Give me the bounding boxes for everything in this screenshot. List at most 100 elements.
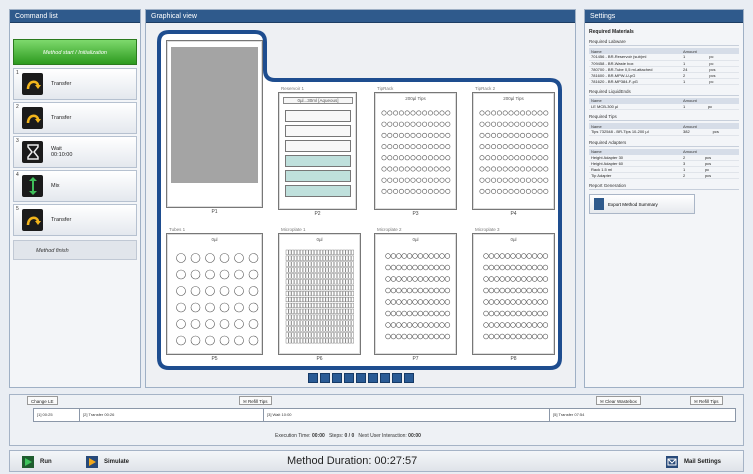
minimize-icon[interactable]: [392, 373, 402, 383]
well: [288, 338, 292, 344]
timeline-track[interactable]: [1] 00:25 [2] Transfer 00:26 [3] Wait 10…: [33, 408, 736, 422]
well: [416, 121, 422, 127]
command-item[interactable]: 5 Transfer: [13, 204, 137, 236]
transfer-icon: [22, 107, 43, 129]
well: [510, 276, 516, 282]
rotate-icon[interactable]: [356, 373, 366, 383]
well: [248, 286, 259, 296]
deck-slot-p6[interactable]: Microplate 1 0µl P6: [278, 227, 361, 362]
zoom-in-icon[interactable]: [332, 373, 342, 383]
well: [514, 166, 520, 172]
zoom-fit-icon[interactable]: [308, 373, 318, 383]
deck-slot-p7[interactable]: Microplate 2 0µl P7: [374, 227, 457, 362]
well: [531, 333, 538, 340]
method-finish-item[interactable]: Method finish: [13, 240, 137, 260]
well: [176, 319, 186, 329]
well: [543, 144, 549, 150]
well: [494, 299, 500, 305]
well: [488, 287, 495, 294]
deck-slot-p8[interactable]: Microplate 3 0µl P8: [472, 227, 555, 362]
well: [502, 188, 508, 194]
well: [515, 299, 522, 305]
well: [348, 314, 352, 320]
well: [305, 285, 309, 291]
method-start-item[interactable]: Method start / Initialization: [13, 39, 137, 65]
grid-view-icon[interactable]: [380, 373, 390, 383]
well: [302, 326, 306, 332]
well: [320, 291, 323, 297]
well: [339, 320, 343, 326]
deck-slot-p2[interactable]: Reservoir 1 0µl...30ml [Aqueous] P2: [278, 86, 357, 217]
well: [491, 110, 497, 116]
zoom-area-icon[interactable]: [320, 373, 330, 383]
well: [190, 286, 201, 296]
well: [288, 308, 292, 314]
well: [508, 121, 514, 127]
timeline-segment[interactable]: [2] Transfer 00:26: [80, 409, 264, 421]
well: [531, 322, 538, 328]
command-item[interactable]: 3 Wait 00:10:00: [13, 136, 137, 168]
command-item[interactable]: 1 Transfer: [13, 68, 137, 100]
export-method-summary-button[interactable]: Export Method Summary: [589, 194, 695, 214]
run-button[interactable]: Run: [22, 453, 52, 470]
timeline-segment[interactable]: [1] 00:25: [34, 409, 80, 421]
change-le-button[interactable]: Change LE: [27, 396, 58, 405]
well: [537, 144, 543, 150]
well: [351, 332, 354, 338]
well: [322, 279, 326, 285]
timeline-segment[interactable]: [5] Transfer 07:54: [550, 409, 736, 421]
well: [294, 320, 297, 326]
command-item[interactable]: 4 Mix: [13, 170, 137, 202]
well: [325, 285, 329, 291]
well: [515, 264, 522, 271]
well: [294, 308, 297, 314]
deck-slot-p5[interactable]: Tubes 1 0µl P5: [166, 227, 263, 362]
well: [537, 253, 543, 259]
deck-slot-p4[interactable]: TipRack 2 200µl Tips P4: [472, 86, 555, 217]
well: [412, 276, 418, 282]
well: [348, 273, 352, 279]
well: [398, 177, 404, 183]
well: [514, 144, 520, 150]
command-label: Wait 00:10:00: [51, 146, 72, 158]
well: [348, 302, 352, 308]
deck-slot-p3[interactable]: TipRack 200µl Tips P3: [374, 86, 457, 217]
well: [515, 276, 522, 282]
well: [445, 166, 451, 172]
well: [294, 302, 297, 308]
clear-wastebox-button[interactable]: ✉ Clear Wastebox: [596, 396, 641, 405]
well: [291, 291, 295, 297]
well: [385, 276, 391, 282]
layout-icon[interactable]: [368, 373, 378, 383]
well: [521, 276, 527, 282]
well: [320, 279, 323, 285]
well: [502, 144, 508, 150]
well: [288, 314, 292, 320]
zoom-out-icon[interactable]: [344, 373, 354, 383]
well: [510, 253, 516, 259]
well: [342, 261, 346, 267]
well: [331, 291, 334, 297]
timeline-segment[interactable]: [3] Wait 10:00: [264, 409, 550, 421]
well: [515, 253, 522, 259]
table-cell: 1: [681, 78, 708, 85]
deck-slot-p1[interactable]: P1: [166, 40, 263, 215]
well: [339, 249, 343, 255]
refill-tips-button[interactable]: ✉ Refill Tips: [690, 396, 723, 405]
well: [531, 166, 537, 172]
well: [337, 273, 340, 279]
simulate-button[interactable]: Simulate: [86, 453, 129, 470]
mail-settings-button[interactable]: Mail Settings: [666, 453, 721, 470]
well: [345, 320, 349, 326]
refill-tips-button[interactable]: ✉ Refill Tips: [239, 396, 272, 405]
save-view-icon[interactable]: [404, 373, 414, 383]
well: [488, 310, 495, 317]
well: [531, 299, 538, 305]
well: [337, 320, 340, 326]
well: [417, 322, 424, 328]
command-item[interactable]: 2 Transfer: [13, 102, 137, 134]
well: [427, 121, 433, 127]
well: [339, 273, 343, 279]
well: [351, 273, 354, 279]
well: [302, 314, 306, 320]
